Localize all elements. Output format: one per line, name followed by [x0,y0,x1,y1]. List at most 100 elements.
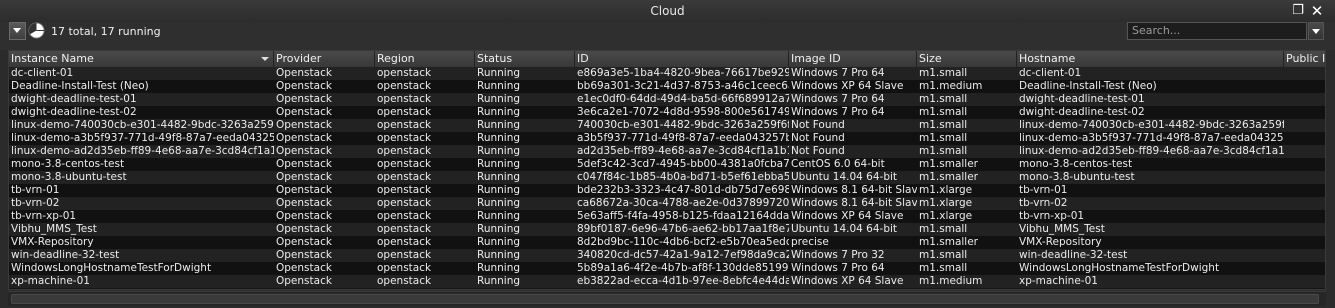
column-header-hostname[interactable]: Hostname [1017,51,1284,67]
cell-region: openstack [377,132,432,144]
cell-hostname: WindowsLongHostnameTestForDwight [1019,262,1220,274]
cell-id: eb3822ad-ecca-4d1b-97ee-8ebfc4e44dab [577,275,789,287]
cell-hostname: linux-demo-ad2d35eb-ff89-4e68-aa7e-3cd84… [1019,145,1284,157]
cell-status: Running [477,210,521,222]
cell-instance-name: linux-demo-740030cb-e301-4482-9bdc-3263a… [11,119,274,131]
table-row[interactable]: tb-vrn-01 Openstack openstack Running bde232… [9,184,1325,197]
column-header-region[interactable]: Region [375,51,475,67]
cell-provider: Openstack [276,197,332,209]
cell-region: openstack [377,145,432,157]
cell-provider: Openstack [276,262,332,274]
cell-hostname: Deadline-Install-Test (Neo) [1019,80,1157,92]
cell-image-id: Windows 7 Pro 64 [791,262,885,274]
cell-provider: Openstack [276,275,332,287]
menu-dropdown-button[interactable] [9,22,26,40]
cell-hostname: VMX-Repository [1019,236,1102,248]
horizontal-scrollbar[interactable] [8,291,1326,306]
table-row[interactable]: dc-client-01 Openstack openstack Running e86… [9,67,1325,80]
column-header-instance-name[interactable]: Instance Name [9,51,274,67]
cell-id: bde232b3-3323-4c47-801d-db75d7e698cf [577,184,789,196]
cell-status: Running [477,262,521,274]
column-header-image-id[interactable]: Image ID [789,51,917,67]
table-row[interactable]: tb-vrn-xp-01 Openstack openstack Running 5e6… [9,210,1325,223]
cell-id: 740030cb-e301-4482-9bdc-3263a259f6f3 [577,119,789,131]
table-row[interactable]: dwight-deadline-test-02 Openstack openstac… [9,106,1325,119]
toolbar: 17 total, 17 running [0,22,1335,50]
table-row[interactable]: tb-vrn-02 Openstack openstack Running ca6867… [9,197,1325,210]
cell-provider: Openstack [276,249,332,261]
column-header-size[interactable]: Size [917,51,1017,67]
cell-status: Running [477,236,521,248]
cell-image-id: Windows XP 64 Slave [791,210,904,222]
cell-status: Running [477,249,521,261]
window-title: Cloud [650,4,685,18]
cell-instance-name: Deadline-Install-Test (Neo) [11,80,149,92]
cell-hostname: dwight-deadline-test-01 [1019,93,1145,105]
cell-instance-name: linux-demo-a3b5f937-771d-49f8-87a7-eeda0… [11,132,274,144]
table-row[interactable]: dwight-deadline-test-01 Openstack openstac… [9,93,1325,106]
table-row[interactable]: Vibhu_MMS_Test Openstack openstack Running 8… [9,223,1325,236]
cell-provider: Openstack [276,93,332,105]
cell-provider: Openstack [276,184,332,196]
cell-region: openstack [377,236,432,248]
cell-region: openstack [377,93,432,105]
cell-size: m1.xlarge [919,184,973,196]
cell-image-id: Windows XP 64 Slave [791,80,904,92]
restore-icon[interactable]: ❐ [1291,4,1305,18]
cell-size: m1.smaller [919,171,978,183]
cell-image-id: Not Found [791,145,845,157]
table-row[interactable]: WindowsLongHostnameTestForDwight Openstac… [9,262,1325,275]
column-header-id[interactable]: ID [575,51,789,67]
cell-status: Running [477,145,521,157]
cell-status: Running [477,106,521,118]
cell-id: c047f84c-1b85-4b0a-bd71-b5ef61ebba5b [577,171,789,183]
cell-instance-name: tb-vrn-01 [11,184,60,196]
cell-region: openstack [377,262,432,274]
cell-hostname: xp-machine-01 [1019,275,1098,287]
column-header-provider[interactable]: Provider [274,51,375,67]
search-input[interactable] [1127,22,1307,40]
cell-instance-name: xp-machine-01 [11,275,90,287]
cell-size: m1.small [919,106,968,118]
table-row[interactable]: Deadline-Install-Test (Neo) Openstack open… [9,80,1325,93]
cell-size: m1.small [919,223,968,235]
cell-region: openstack [377,210,432,222]
chevron-down-icon [1312,29,1320,34]
cell-id: 3e6ca2e1-7072-4d8d-9598-800e56174966 [577,106,789,118]
cell-provider: Openstack [276,132,332,144]
cell-instance-name: WindowsLongHostnameTestForDwight [11,262,212,274]
close-icon[interactable]: ✕ [1310,4,1324,19]
cell-image-id: Windows 7 Pro 64 [791,106,885,118]
table-row[interactable]: win-deadline-32-test Openstack openstack Ru… [9,249,1325,262]
column-header-public-ip[interactable]: Public IP [1284,51,1325,67]
table-row[interactable]: linux-demo-ad2d35eb-ff89-4e68-aa7e-3cd84… [9,145,1325,158]
cell-status: Running [477,67,521,79]
cell-image-id: Windows 7 Pro 64 [791,93,885,105]
table-row[interactable]: xp-machine-01 Openstack openstack Running eb… [9,275,1325,288]
search-dropdown-button[interactable] [1308,22,1324,40]
cell-provider: Openstack [276,158,332,170]
cell-image-id: Windows 8.1 64-bit Slave [791,197,917,209]
column-header-status[interactable]: Status [475,51,575,67]
cell-id: bb69a301-3c21-4d37-8753-a46c1ceec6ae [577,80,789,92]
cell-image-id: Not Found [791,132,845,144]
table-row[interactable]: VMX-Repository Openstack openstack Running 8… [9,236,1325,249]
table-row[interactable]: linux-demo-a3b5f937-771d-49f8-87a7-eeda0… [9,132,1325,145]
cell-status: Running [477,197,521,209]
cell-hostname: tb-vrn-01 [1019,184,1068,196]
cell-hostname: win-deadline-32-test [1019,249,1128,261]
cell-size: m1.small [919,93,968,105]
cell-image-id: Windows 7 Pro 32 [791,249,885,261]
cell-id: 5b89a1a6-4f2e-4b7b-af8f-130dde851991 [577,262,789,274]
cell-instance-name: mono-3.8-centos-test [11,158,125,170]
table-row[interactable]: mono-3.8-centos-test Openstack openstack Ru… [9,158,1325,171]
table-row[interactable]: linux-demo-740030cb-e301-4482-9bdc-3263a… [9,119,1325,132]
table-row[interactable]: mono-3.8-ubuntu-test Openstack openstack Ru… [9,171,1325,184]
cell-status: Running [477,158,521,170]
cloud-status-icon [28,22,45,39]
sort-arrow-icon [261,57,269,61]
cell-status: Running [477,80,521,92]
scrollbar-thumb[interactable] [11,294,1319,304]
cell-id: 5def3c42-3cd7-4945-bb00-4381a0fcba7e [577,158,789,170]
cell-region: openstack [377,67,432,79]
